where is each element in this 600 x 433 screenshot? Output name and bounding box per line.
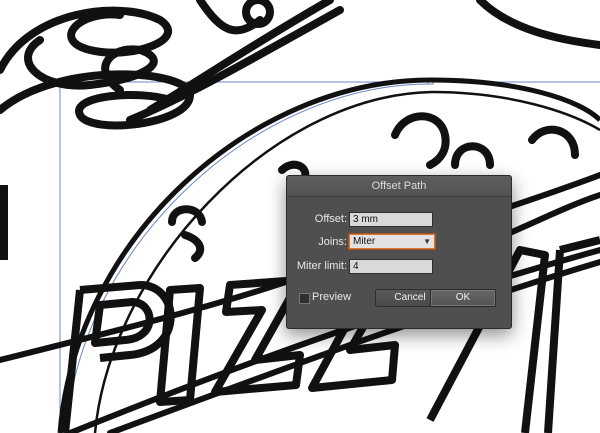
preview-label[interactable]: Preview <box>312 291 351 303</box>
joins-label: Joins: <box>318 236 347 248</box>
miter-limit-field[interactable]: 4 <box>349 259 433 274</box>
offset-path-dialog: Offset Path Offset: 3 mm Joins: Miter ▼ … <box>286 175 512 329</box>
chevron-down-icon: ▼ <box>423 237 431 246</box>
joins-select[interactable]: Miter ▼ <box>349 234 435 249</box>
miter-limit-label: Miter limit: <box>296 260 347 272</box>
dialog-title[interactable]: Offset Path <box>287 176 511 197</box>
offset-field[interactable]: 3 mm <box>349 212 433 227</box>
ok-button[interactable]: OK <box>430 289 496 307</box>
joins-value: Miter <box>353 236 376 247</box>
offset-label: Offset: <box>314 213 347 225</box>
left-edge-shape <box>0 185 8 260</box>
preview-checkbox[interactable] <box>299 293 310 304</box>
